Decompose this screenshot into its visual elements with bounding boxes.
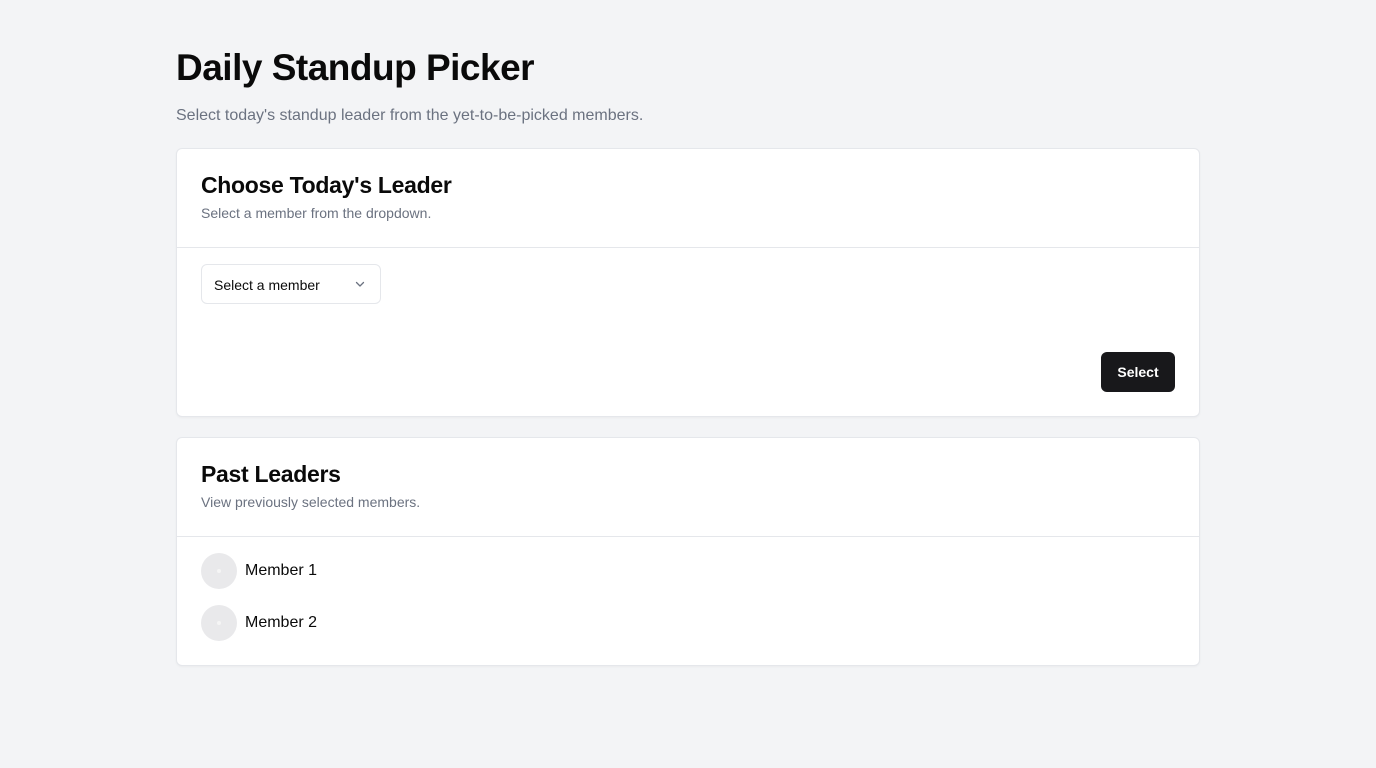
- choose-leader-card: Choose Today's Leader Select a member fr…: [176, 148, 1200, 417]
- card-header: Past Leaders View previously selected me…: [177, 438, 1199, 537]
- chevron-down-icon: [355, 281, 365, 287]
- card-description: View previously selected members.: [201, 494, 421, 510]
- list-item: Member 2: [201, 605, 501, 641]
- card-title: Choose Today's Leader: [201, 172, 452, 198]
- avatar-placeholder-icon: [217, 621, 221, 625]
- page-subtitle: Select today's standup leader from the y…: [176, 107, 644, 124]
- card-description: Select a member from the dropdown.: [201, 205, 432, 221]
- card-title: Past Leaders: [201, 461, 341, 487]
- card-header: Choose Today's Leader Select a member fr…: [177, 149, 1199, 248]
- page-title: Daily Standup Picker: [176, 47, 535, 88]
- member-name: Member 1: [245, 562, 318, 579]
- select-button[interactable]: Select: [1101, 352, 1175, 392]
- avatar-placeholder-icon: [217, 569, 221, 573]
- member-name: Member 2: [245, 614, 318, 631]
- select-value: Select a member: [214, 277, 320, 293]
- avatar: [201, 553, 237, 589]
- list-item: Member 1: [201, 553, 501, 589]
- member-select[interactable]: Select a member: [201, 264, 381, 304]
- avatar: [201, 605, 237, 641]
- past-leaders-card: Past Leaders View previously selected me…: [176, 437, 1200, 666]
